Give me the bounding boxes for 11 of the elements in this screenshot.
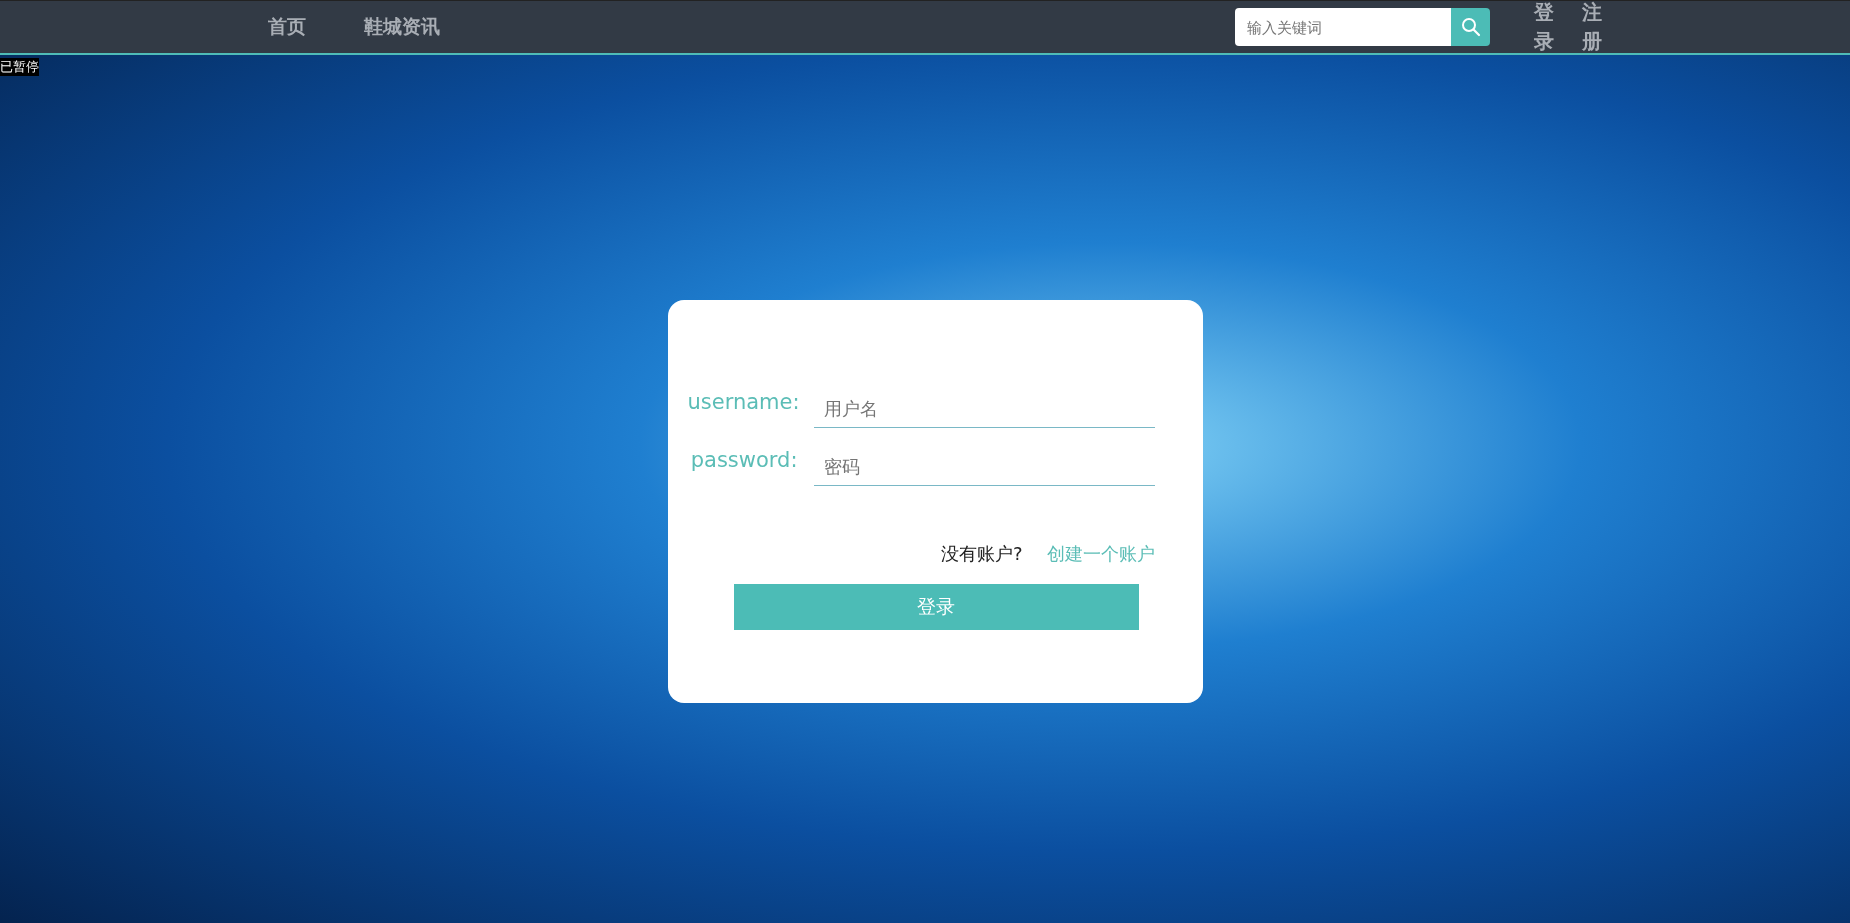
nav-link[interactable]: 首页 [268,14,306,40]
field-label: username: [687,390,798,416]
paused-label: 已暂停 [0,58,39,76]
auth-link[interactable]: 登录 [1534,0,1558,56]
no-account-text: 没有账户? [940,542,1023,566]
search-field[interactable]: 输入关键词 [1235,8,1451,46]
nav-link[interactable]: 鞋城资讯 [364,14,440,40]
auth-link[interactable]: 注册 [1582,0,1606,56]
search-icon [1460,17,1481,37]
search-button[interactable] [1451,8,1490,46]
field-label: password: [689,448,798,474]
